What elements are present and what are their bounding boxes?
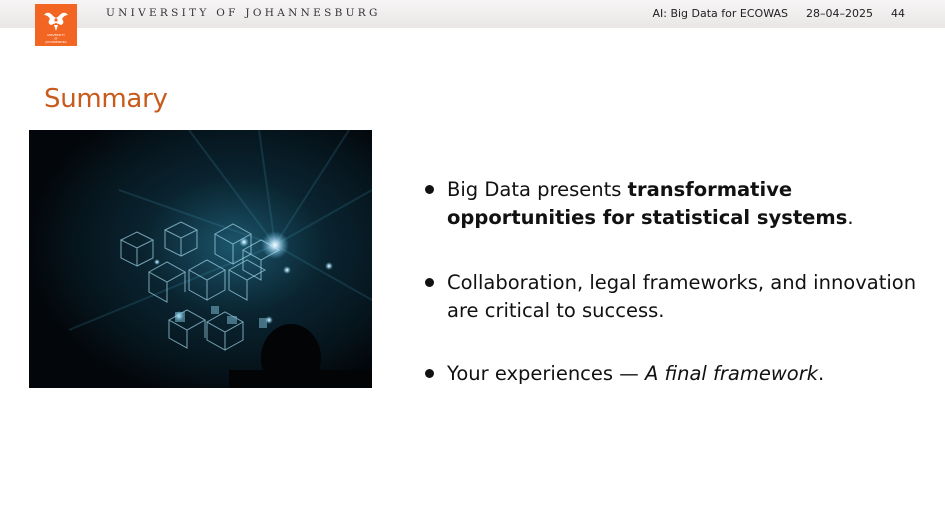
concert-light-installation-image [29,130,372,388]
bullet-item: Your experiences — A final framework. [424,360,924,388]
bullet-text-post: . [818,362,825,385]
bullet-text-italic: A final framework [644,362,819,385]
page-number: 44 [891,7,905,20]
presentation-title: AI: Big Data for ECOWAS [652,7,788,20]
bullet-text: Collaboration, legal frameworks, and inn… [447,271,917,322]
bullet-item: Big Data presents transformative opportu… [424,176,924,232]
bullet-icon [425,278,434,287]
logo-text-line2: OF [54,37,58,41]
bullet-text-post: . [847,206,854,229]
header-info: AI: Big Data for ECOWAS 28–04–2025 44 [652,7,905,20]
university-logo: UNIVERSITY OF JOHANNESBURG [35,4,77,46]
university-name: UNIVERSITY OF JOHANNESBURG [106,7,381,19]
logo-emblem-icon: UNIVERSITY OF JOHANNESBURG [44,12,68,44]
bullet-text-pre: Big Data presents [447,178,628,201]
logo-text-line3: JOHANNESBURG [44,40,66,44]
bullet-icon [425,185,434,194]
slide-title: Summary [44,84,168,114]
header-bar: UNIVERSITY OF JOHANNESBURG AI: Big Data … [0,0,945,28]
logo-text-line1: UNIVERSITY [47,33,65,37]
summary-bullet-list: Big Data presents transformative opportu… [424,176,924,388]
slide: UNIVERSITY OF JOHANNESBURG AI: Big Data … [0,0,945,532]
bullet-icon [425,369,434,378]
presentation-date: 28–04–2025 [806,7,873,20]
bullet-item: Collaboration, legal frameworks, and inn… [424,269,924,325]
bullet-text-pre: Your experiences — [447,362,645,385]
